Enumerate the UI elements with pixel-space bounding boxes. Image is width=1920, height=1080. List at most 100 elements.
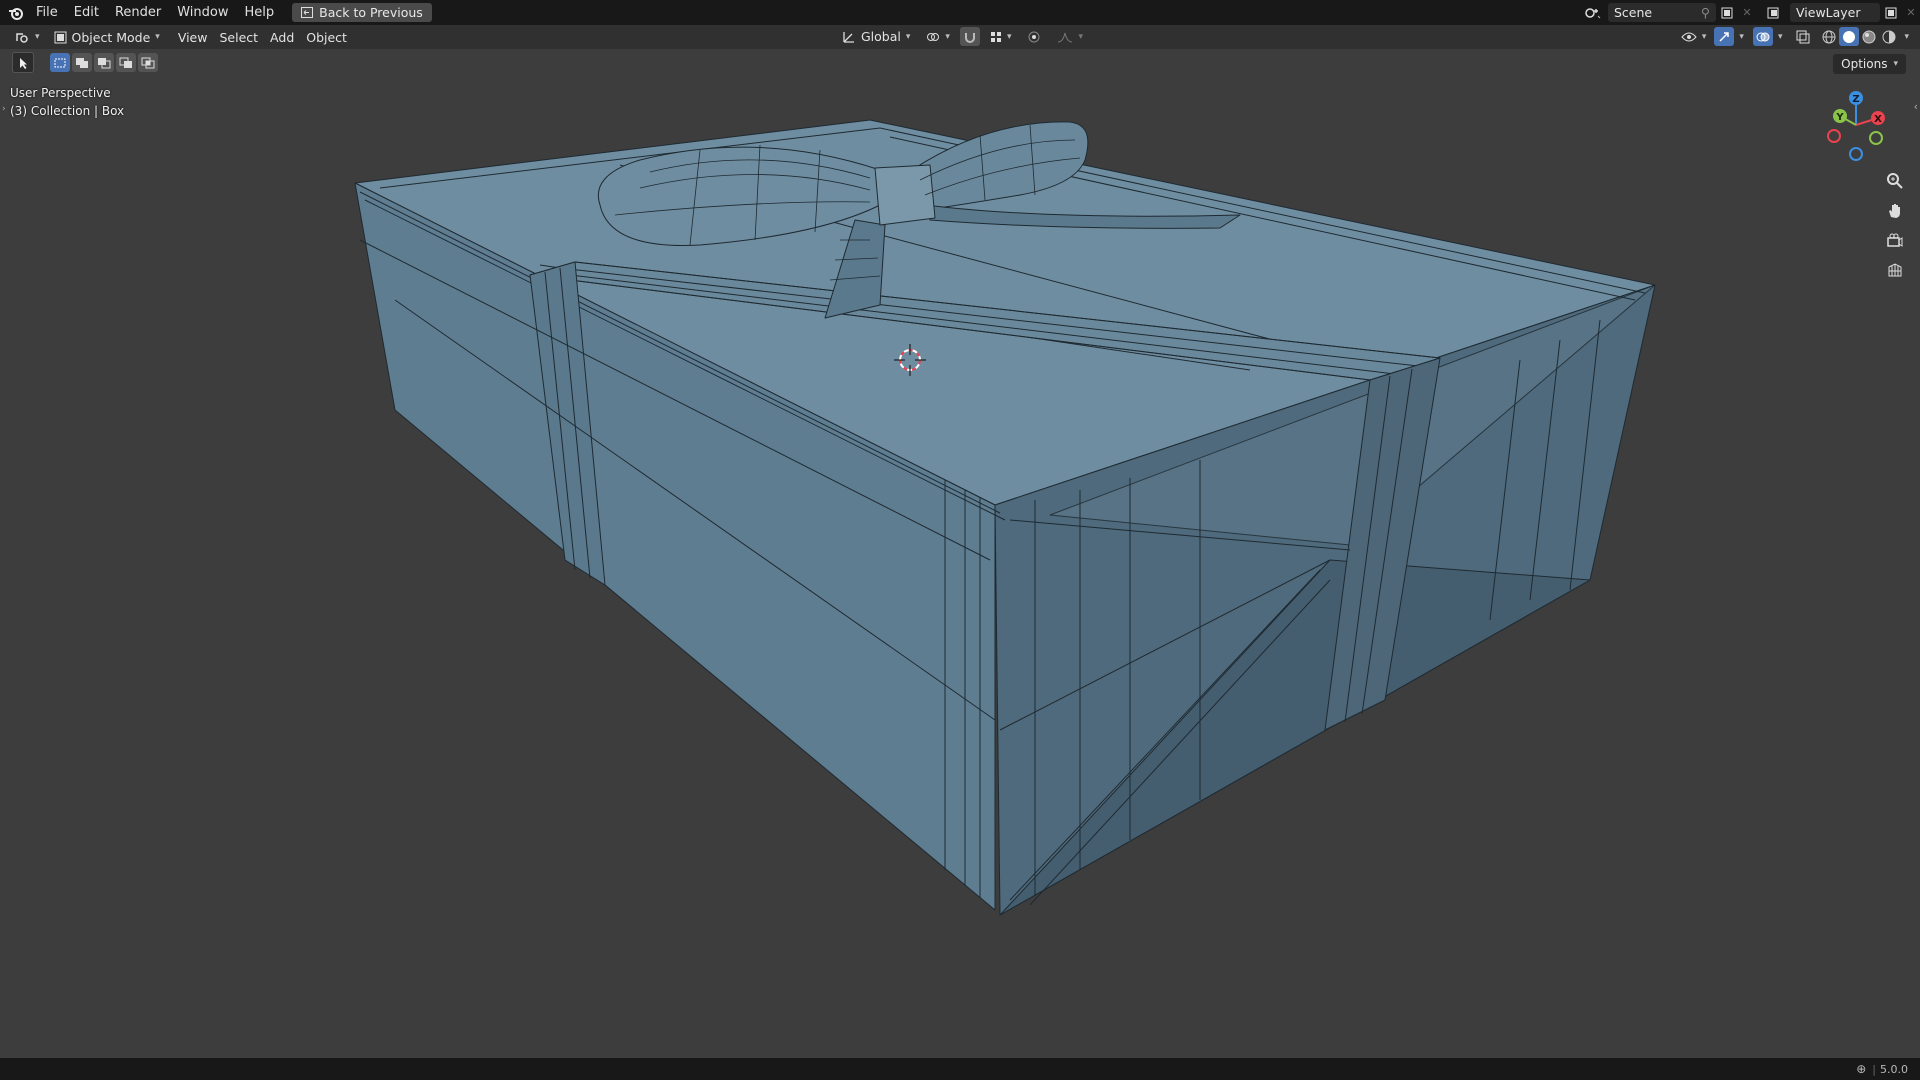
scene-selector-icon[interactable] (1578, 6, 1608, 20)
transform-orientation-dropdown[interactable]: Global ▾ (836, 27, 916, 46)
editor-type-dropdown[interactable]: ▾ (8, 28, 46, 47)
perspective-label: User Perspective (10, 86, 111, 100)
xray-toggle[interactable] (1793, 27, 1813, 46)
mode-extend-button[interactable] (72, 53, 92, 72)
tool-settings-row (12, 52, 158, 73)
snap-toggle[interactable] (959, 27, 980, 46)
workspace-right: Scene ⚲ ✕ ViewLayer ✕ (1578, 0, 1920, 25)
transform-orientation-label: Global (861, 29, 901, 44)
gizmo-dropdown-chevron-icon[interactable]: ▾ (1736, 32, 1747, 42)
menu-edit[interactable]: Edit (66, 0, 107, 25)
rendered-sphere-icon (1882, 30, 1896, 43)
menu-render[interactable]: Render (107, 0, 169, 25)
blender-version: 5.0.0 (1880, 1062, 1908, 1076)
bow-knot (874, 164, 936, 226)
gizmo-neg-z-axis[interactable] (1849, 147, 1863, 161)
view-layer-icon[interactable] (1760, 6, 1790, 20)
shading-dropdown-chevron-icon[interactable]: ▾ (1901, 32, 1912, 42)
wireframe-shading-button[interactable] (1819, 27, 1839, 46)
select-extend-icon (76, 57, 88, 68)
navigation-gizmo[interactable]: Z X Y (1816, 88, 1896, 168)
menu-window[interactable]: Window (169, 0, 236, 25)
collection-label: (3) Collection | Box (10, 104, 125, 118)
pin-icon[interactable]: ⚲ (1701, 5, 1710, 20)
chevron-down-icon: ▾ (35, 32, 40, 42)
proportional-editing-toggle[interactable] (1021, 27, 1047, 46)
chevron-down-icon: ▾ (1078, 31, 1083, 42)
solid-shading-button[interactable] (1839, 27, 1860, 46)
menu-select[interactable]: Select (213, 28, 264, 47)
gift-box-mesh[interactable] (354, 119, 1656, 916)
globe-icon: ⊕ (1856, 1062, 1867, 1076)
ribbon-right-lines (1344, 368, 1413, 723)
scene-name: Scene (1614, 5, 1653, 20)
select-tool-button[interactable] (12, 52, 34, 73)
new-scene-icon[interactable] (1716, 7, 1738, 19)
overlays-dropdown-chevron-icon[interactable]: ▾ (1775, 32, 1786, 42)
bow-grid-lines (614, 124, 1081, 281)
options-dropdown[interactable]: Options ▾ (1833, 54, 1906, 74)
falloff-dropdown[interactable]: ▾ (1051, 27, 1089, 46)
gizmo-neg-x-axis[interactable] (1827, 129, 1841, 143)
chevron-down-icon: ▾ (1701, 31, 1707, 42)
snap-target-dropdown[interactable]: ▾ (984, 27, 1018, 46)
menu-view[interactable]: View (172, 28, 214, 47)
mode-set-button[interactable] (50, 53, 70, 72)
new-view-layer-icon[interactable] (1880, 7, 1902, 19)
mode-subtract-button[interactable] (94, 53, 114, 72)
mode-difference-button[interactable] (116, 53, 136, 72)
pivot-point-dropdown[interactable]: ▾ (920, 27, 956, 46)
mode-dropdown[interactable]: Object Mode ▾ (48, 28, 166, 47)
header-center-tools: Global ▾ ▾ ▾ ▾ (836, 27, 1089, 46)
left-face-loops (359, 239, 996, 898)
viewport-editor-icon (16, 33, 28, 43)
view-layer-field[interactable]: ViewLayer (1790, 3, 1880, 22)
wireframe-sphere-icon (1822, 30, 1836, 43)
viewport-3d-mesh[interactable] (0, 0, 1920, 1080)
back-to-previous-button[interactable]: Back to Previous (292, 3, 432, 22)
bow-tail-down (824, 219, 886, 319)
overlays-toggle[interactable] (1752, 27, 1773, 46)
delete-scene-icon[interactable]: ✕ (1738, 6, 1756, 19)
material-shading-button[interactable] (1859, 27, 1879, 46)
bow-loop-right (914, 121, 1089, 211)
pan-hand-icon[interactable] (1882, 198, 1908, 224)
object-mode-icon (54, 31, 67, 43)
expand-arrow-icon[interactable]: › (2, 104, 6, 114)
ribbon-band-right (1324, 357, 1441, 731)
status-separator: | (1872, 1062, 1876, 1076)
gizmo-toggle[interactable] (1714, 27, 1735, 46)
bow-tail-right (924, 204, 1241, 229)
gizmo-x-label: X (1874, 114, 1882, 125)
sidebar-toggle-icon[interactable]: ‹ (1914, 100, 1918, 113)
delete-view-layer-icon[interactable]: ✕ (1902, 6, 1920, 19)
view-layer-name: ViewLayer (1796, 5, 1861, 20)
bow-loop-left (598, 146, 881, 246)
camera-view-icon[interactable] (1882, 228, 1908, 254)
chevron-down-icon: ▾ (155, 32, 160, 42)
select-new-icon (54, 58, 66, 67)
menu-object[interactable]: Object (300, 28, 353, 47)
ribbon-band-lines (529, 261, 1441, 381)
rendered-shading-button[interactable] (1879, 27, 1899, 46)
shading-buttons (1819, 27, 1899, 46)
axis-icon (843, 31, 854, 43)
ortho-grid-icon[interactable] (1882, 258, 1908, 284)
menu-add[interactable]: Add (264, 28, 300, 47)
blender-logo-icon[interactable] (4, 0, 28, 25)
top-bar: File Edit Render Window Help Back to Pre… (0, 0, 1920, 25)
status-bar: ⊕ | 5.0.0 (0, 1058, 1920, 1080)
zoom-icon[interactable] (1882, 168, 1908, 194)
3d-cursor-icon[interactable] (894, 344, 926, 376)
menu-file[interactable]: File (28, 0, 66, 25)
visibility-dropdown[interactable]: ▾ (1675, 27, 1713, 46)
mode-intersect-button[interactable] (138, 53, 158, 72)
gizmo-icon (1719, 31, 1730, 42)
scene-field[interactable]: Scene ⚲ (1608, 3, 1716, 22)
box-top-face (354, 119, 1656, 506)
back-icon (301, 7, 314, 18)
gizmo-neg-y-axis[interactable] (1869, 131, 1883, 145)
menu-help[interactable]: Help (237, 0, 283, 25)
grid-snap-icon (990, 31, 1001, 42)
ribbon-band-top (529, 261, 1441, 381)
